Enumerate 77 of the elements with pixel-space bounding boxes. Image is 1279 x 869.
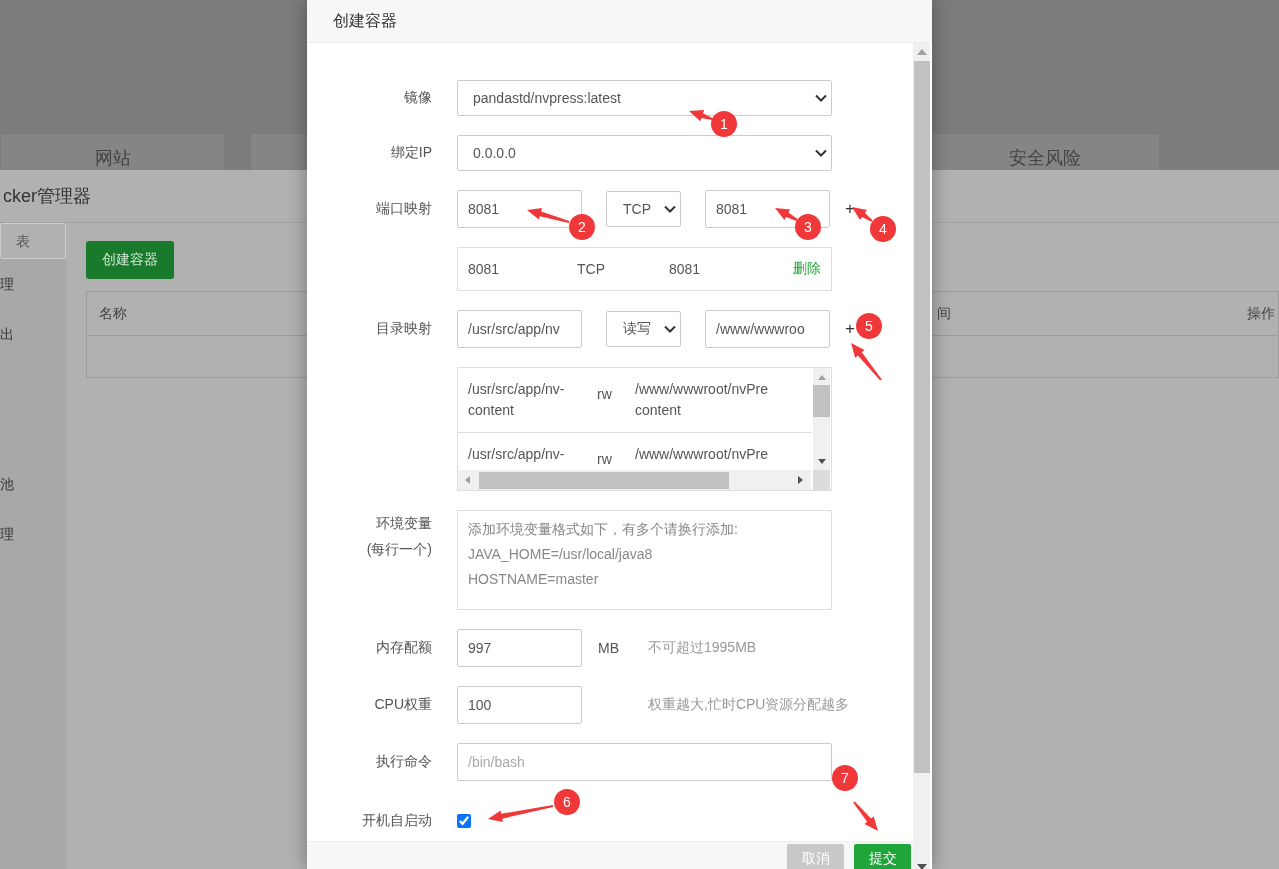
card-title: 网站 (94, 147, 131, 170)
column-header: 名称 (98, 304, 128, 323)
list-cell-text: rw (597, 451, 612, 467)
list-cell-text: /usr/src/app/nv- (468, 445, 566, 464)
vertical-scrollbar[interactable] (813, 368, 830, 470)
create-container-button[interactable]: 创建容器 (86, 241, 174, 279)
arrow-down-icon[interactable] (817, 459, 826, 464)
arrow (853, 801, 878, 831)
step-marker: 4 (870, 216, 896, 242)
field-label: 端口映射 (376, 200, 432, 218)
dropdown-field[interactable]: 0.0.0.0 (457, 135, 832, 171)
list-cell-text: content (468, 401, 515, 420)
unit-label: MB (598, 640, 619, 656)
field-label: 环境变量 (376, 514, 432, 533)
list-cell-text: rw (597, 386, 612, 402)
command-field[interactable]: /bin/bash (457, 743, 832, 781)
list-cell-text: 8081 (669, 261, 702, 277)
add-button[interactable]: + (841, 199, 859, 219)
arrow-left-icon[interactable] (465, 476, 470, 484)
arrow-up-icon[interactable] (817, 375, 826, 380)
arrow (851, 343, 882, 381)
arrow-down-icon[interactable] (916, 864, 927, 869)
text-field[interactable]: /www/wwwroo (705, 310, 830, 348)
chevron-down-icon (664, 325, 676, 333)
chevron-down-icon (815, 94, 827, 102)
field-label: 绑定IP (390, 144, 432, 162)
step-marker: 1 (711, 111, 737, 137)
dropdown-field[interactable]: 读写 (606, 311, 681, 347)
list-cell-text: content (635, 401, 682, 420)
list-cell-text: TCP (577, 261, 606, 277)
dialog-title: 创建容器 (333, 10, 397, 31)
column-header: 操作 (1247, 304, 1276, 323)
step-marker: 5 (856, 313, 882, 339)
list-cell-text: 8081 (468, 261, 501, 277)
arrow (775, 208, 798, 221)
list-cell-text: /usr/src/app/nv- (468, 380, 566, 399)
field-label: 镜像 (404, 89, 432, 107)
field-label: CPU权重 (374, 696, 432, 714)
step-marker: 7 (832, 765, 858, 791)
step-marker: 2 (569, 214, 595, 240)
sidebar-item[interactable]: 池 (0, 459, 66, 509)
sidebar-item[interactable]: 理 (0, 259, 66, 309)
arrow (852, 207, 873, 222)
text-field[interactable]: 997 (457, 629, 582, 667)
add-button[interactable]: + (841, 319, 859, 339)
list-cell-text: /www/wwwroot/nvPre (635, 445, 769, 464)
text-field[interactable]: 100 (457, 686, 582, 724)
chevron-down-icon (664, 205, 676, 213)
field-label: 执行命令 (376, 753, 432, 771)
hint-text: 不可超过1995MB (648, 639, 757, 657)
sidebar-item[interactable]: 表 (0, 223, 66, 259)
list-cell-text: /www/wwwroot/nvPre (635, 380, 769, 399)
arrow (689, 109, 713, 122)
field-label: (每行一个) (366, 540, 432, 559)
chevron-down-icon (815, 149, 827, 157)
hint-text: 权重越大,忙时CPU资源分配越多 (648, 696, 850, 714)
checkbox[interactable] (457, 814, 471, 828)
column-header: 间 (937, 304, 952, 323)
card-title: 安全风险 (1009, 147, 1081, 170)
arrow-right-icon[interactable] (798, 476, 803, 484)
step-marker: 3 (795, 214, 821, 240)
sidebar-item[interactable]: 出 (0, 309, 66, 359)
field-label: 目录映射 (376, 320, 432, 338)
horizontal-scrollbar[interactable] (458, 470, 811, 490)
vertical-scrollbar[interactable] (913, 43, 930, 869)
dropdown-field[interactable]: pandastd/nvpress:latest (457, 80, 832, 116)
step-marker: 6 (554, 789, 580, 815)
arrow (488, 805, 554, 823)
field-label: 内存配额 (376, 639, 432, 657)
arrow-up-icon[interactable] (916, 49, 927, 55)
sidebar-item[interactable]: 理 (0, 509, 66, 559)
field-label: 开机自启动 (362, 812, 432, 830)
dropdown-field[interactable]: TCP (606, 191, 681, 227)
text-field[interactable]: /usr/src/app/nv (457, 310, 582, 348)
arrow (527, 208, 570, 223)
panel-title: cker管理器 (3, 185, 91, 208)
environment-textarea[interactable]: 添加环境变量格式如下，有多个请换行添加: JAVA_HOME=/usr/local/java8 HOSTNAME=master (457, 510, 832, 610)
